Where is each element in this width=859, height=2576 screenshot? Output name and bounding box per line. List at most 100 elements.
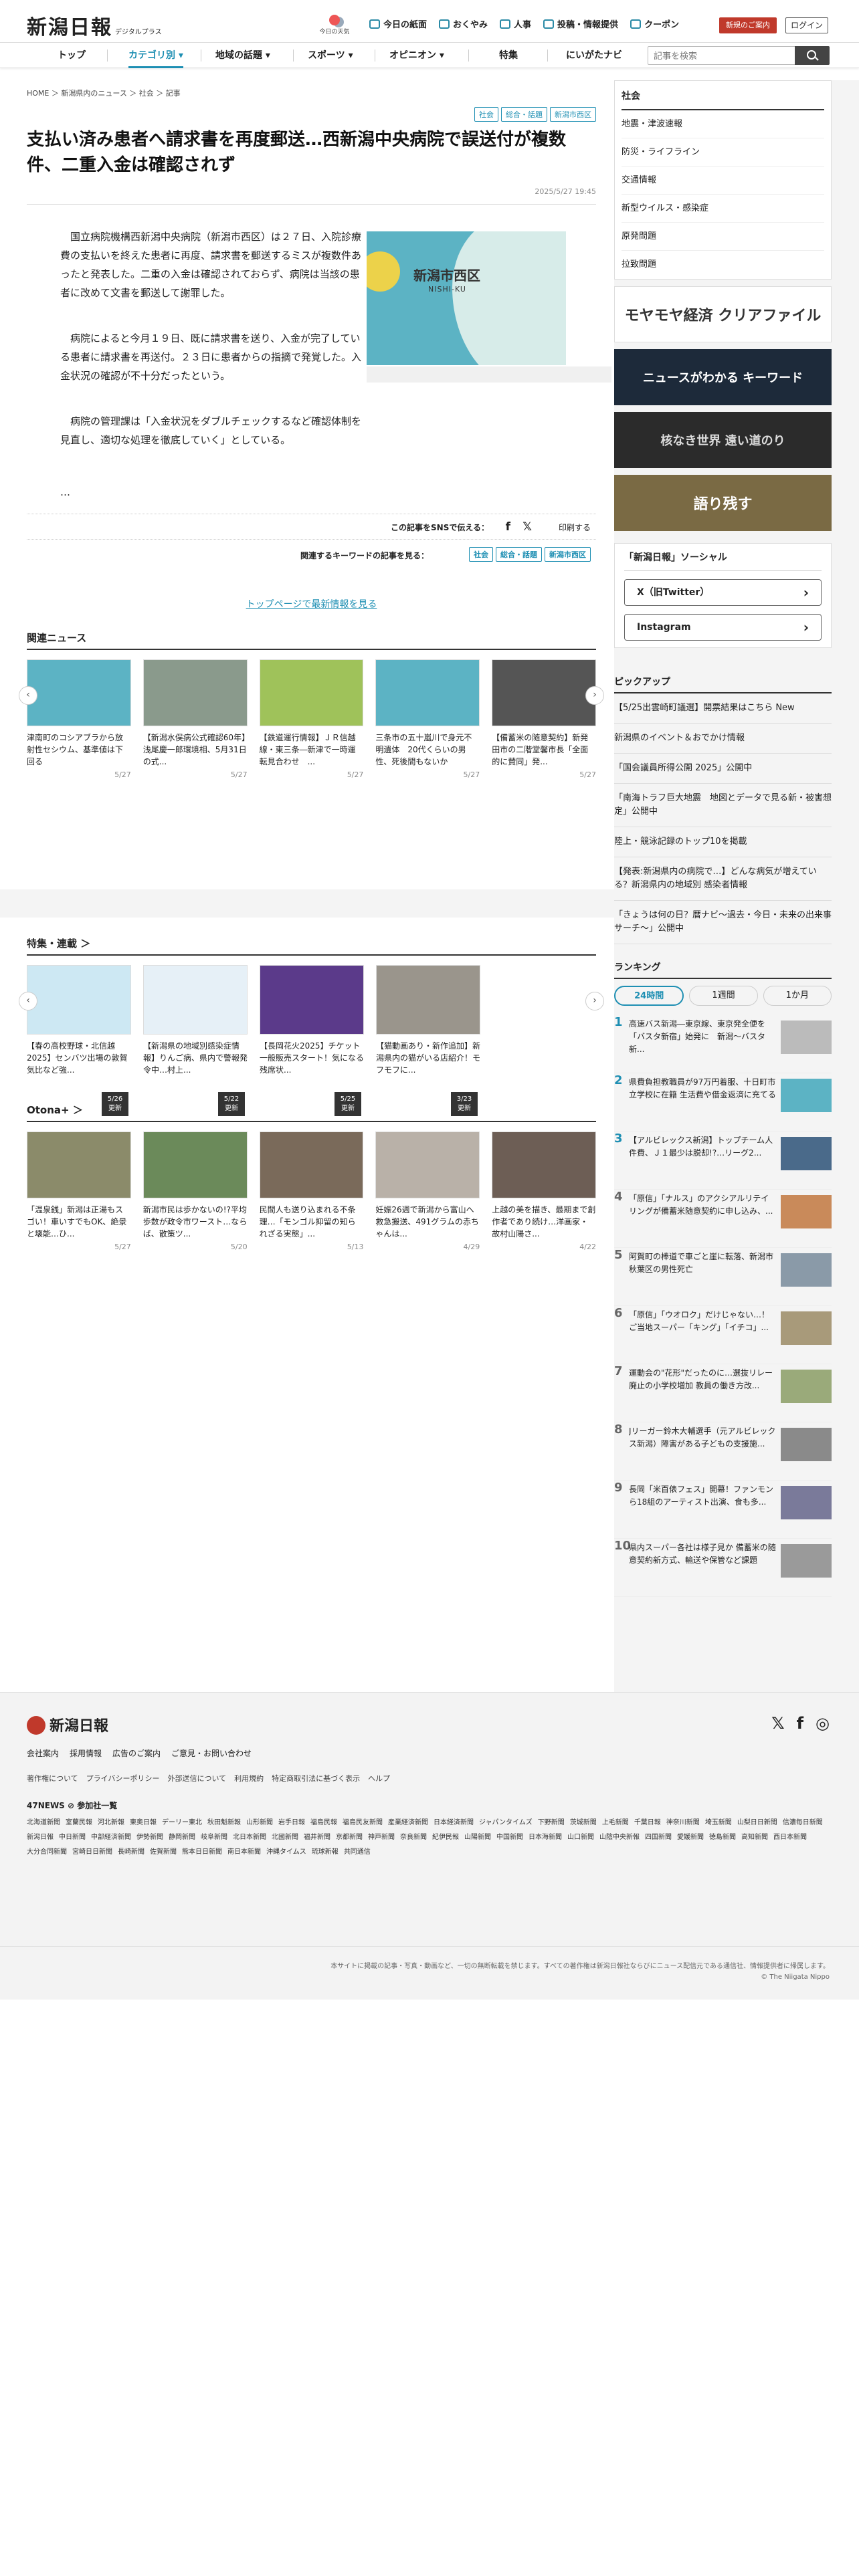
- pickup-item[interactable]: 【発表:新潟県内の病院で…】どんな病気が増えている？新潟県内の地域別 感染者情報: [614, 857, 832, 901]
- print-link[interactable]: 印刷する: [559, 522, 591, 533]
- footer-link[interactable]: 著作権について: [27, 1773, 78, 1784]
- breadcrumb[interactable]: HOME ＞ 新潟県内のニュース ＞ 社会 ＞ 記事: [27, 80, 596, 107]
- category-link[interactable]: 地震・津波速報: [622, 110, 824, 138]
- carousel-next-button[interactable]: ›: [585, 992, 604, 1010]
- search-input[interactable]: [648, 47, 795, 64]
- partner-paper-link[interactable]: 長崎新聞: [118, 1845, 145, 1860]
- pickup-item[interactable]: 「南海トラフ巨大地震 地図とデータで見る新・被害想定」公開中: [614, 784, 832, 827]
- category-link[interactable]: 交通情報: [622, 167, 824, 195]
- category-link[interactable]: 防災・ライフライン: [622, 138, 824, 167]
- footer-link[interactable]: 外部送信について: [167, 1773, 226, 1784]
- personnel-link[interactable]: 人事: [500, 17, 531, 30]
- carousel-next-button[interactable]: ›: [585, 686, 604, 705]
- partner-paper-link[interactable]: 山口新聞: [567, 1830, 594, 1845]
- partner-paper-link[interactable]: 河北新報: [98, 1816, 124, 1830]
- partner-paper-link[interactable]: 千葉日報: [634, 1816, 661, 1830]
- partner-paper-link[interactable]: 福島民報: [310, 1816, 337, 1830]
- partner-paper-link[interactable]: 四国新聞: [645, 1830, 672, 1845]
- partner-paper-link[interactable]: 沖縄タイムス: [266, 1845, 306, 1860]
- feature-card[interactable]: 【猫動画あり・新作追加】新潟県内の猫がいる店紹介！モフモフに... 3/23 更新: [376, 965, 480, 1116]
- partner-paper-link[interactable]: 愛媛新聞: [677, 1830, 704, 1845]
- todays-paper-link[interactable]: 今日の紙面: [369, 17, 427, 30]
- 47news-heading[interactable]: 47NEWS ⊘ 参加社一覧: [27, 1800, 117, 1811]
- partner-paper-link[interactable]: 秋田魁新報: [207, 1816, 241, 1830]
- partner-paper-link[interactable]: 下野新聞: [538, 1816, 565, 1830]
- ranking-item[interactable]: 8 Jリーガー鈴木大輔選手（元アルビレックス新潟）障害がある子どもの支援施...: [614, 1422, 832, 1481]
- partner-paper-link[interactable]: 室蘭民報: [66, 1816, 92, 1830]
- x-icon[interactable]: 𝕏: [522, 520, 532, 534]
- partner-paper-link[interactable]: 山梨日日新聞: [737, 1816, 777, 1830]
- promo-banner[interactable]: モヤモヤ経済 クリアファイル: [614, 286, 832, 342]
- partner-paper-link[interactable]: 日本経済新聞: [434, 1816, 474, 1830]
- category-link[interactable]: 拉致問題: [622, 251, 824, 279]
- footer-link[interactable]: プライバシーポリシー: [86, 1773, 160, 1784]
- tag-nishi-ku[interactable]: 新潟市西区: [550, 107, 596, 122]
- partner-paper-link[interactable]: 奈良新聞: [400, 1830, 427, 1845]
- partner-paper-link[interactable]: 徳島新聞: [709, 1830, 736, 1845]
- ranking-item[interactable]: 4 「原信」「ナルス」のアクシアルリテイリングが備蓄米随意契約に申し込み、...: [614, 1190, 832, 1248]
- tag-general[interactable]: 総合・話題: [501, 107, 547, 122]
- carousel-prev-button[interactable]: ‹: [19, 686, 37, 705]
- news-card[interactable]: 【新潟水俣病公式確認60年】浅尾慶一郎環境相、5月31日の式... 5/27: [142, 659, 248, 779]
- instagram-icon[interactable]: ◎: [816, 1714, 830, 1733]
- partner-paper-link[interactable]: 西日本新聞: [773, 1830, 807, 1845]
- partner-paper-link[interactable]: 京都新聞: [336, 1830, 363, 1845]
- facebook-icon[interactable]: f: [797, 1714, 803, 1733]
- footer-link[interactable]: ヘルプ: [368, 1773, 390, 1784]
- campaign-button[interactable]: 新規のご案内: [719, 17, 777, 33]
- partner-paper-link[interactable]: 東奥日報: [130, 1816, 157, 1830]
- partner-paper-link[interactable]: 上毛新聞: [602, 1816, 629, 1830]
- partner-paper-link[interactable]: 日本海新聞: [529, 1830, 562, 1845]
- partner-paper-link[interactable]: 産業経済新聞: [388, 1816, 428, 1830]
- submit-info-link[interactable]: 投稿・情報提供: [543, 17, 618, 30]
- partner-paper-link[interactable]: 茨城新聞: [570, 1816, 597, 1830]
- partner-paper-link[interactable]: 琉球新報: [312, 1845, 339, 1860]
- pickup-item[interactable]: 【5/25出雲崎町議選】開票結果はこちら New: [614, 693, 832, 724]
- ranking-item[interactable]: 6 「原信」「ウオロク」だけじゃない…！ご当地スーパー「キング」「イチコ」...: [614, 1306, 832, 1364]
- nav-top[interactable]: トップ: [58, 43, 86, 68]
- partner-paper-link[interactable]: ジャパンタイムズ: [479, 1816, 533, 1830]
- tab-1week[interactable]: 1週間: [689, 986, 758, 1006]
- x-twitter-button[interactable]: X（旧Twitter）: [624, 579, 822, 606]
- partner-paper-link[interactable]: 北國新聞: [272, 1830, 298, 1845]
- partner-paper-link[interactable]: 新潟日報: [27, 1830, 54, 1845]
- facebook-icon[interactable]: f: [506, 520, 510, 534]
- partner-paper-link[interactable]: 信濃毎日新聞: [783, 1816, 823, 1830]
- ranking-item[interactable]: 7 運動会の"花形"だったのに…選抜リレー廃止の小学校増加 教員の働き方改...: [614, 1364, 832, 1422]
- partner-paper-link[interactable]: 静岡新聞: [169, 1830, 195, 1845]
- partner-paper-link[interactable]: 北海道新聞: [27, 1816, 60, 1830]
- ranking-item[interactable]: 9 長岡「米百俵フェス」開幕！ファンモンら18組のアーティスト出演、食も多...: [614, 1481, 832, 1539]
- partner-paper-link[interactable]: 神奈川新聞: [666, 1816, 700, 1830]
- partner-paper-link[interactable]: 福島民友新聞: [343, 1816, 383, 1830]
- promo-banner[interactable]: ニュースがわかる キーワード: [614, 349, 832, 405]
- nav-features[interactable]: 特集: [499, 43, 518, 68]
- partner-paper-link[interactable]: 岩手日報: [278, 1816, 305, 1830]
- partner-paper-link[interactable]: 南日本新聞: [227, 1845, 261, 1860]
- ranking-item[interactable]: 5 阿賀町の棒道で車ごと崖に転落、新潟市秋葉区の男性死亡: [614, 1248, 832, 1306]
- partner-paper-link[interactable]: 熊本日日新聞: [182, 1845, 222, 1860]
- partner-paper-link[interactable]: 高知新聞: [741, 1830, 768, 1845]
- more-news-link[interactable]: トップページで最新情報を見る: [27, 597, 596, 611]
- footer-link[interactable]: 利用規約: [234, 1773, 264, 1784]
- promo-banner[interactable]: 語り残す: [614, 475, 832, 531]
- ranking-item[interactable]: 3 【アルビレックス新潟】トップチーム人件費、Ｊ１最少は脱却!?…リーグ2...: [614, 1132, 832, 1190]
- partner-paper-link[interactable]: 岐阜新聞: [201, 1830, 227, 1845]
- partner-paper-link[interactable]: 紀伊民報: [432, 1830, 459, 1845]
- partner-paper-link[interactable]: 山形新聞: [246, 1816, 273, 1830]
- partner-paper-link[interactable]: 中部経済新聞: [91, 1830, 131, 1845]
- feature-card[interactable]: 【春の高校野球・北信越2025】センバツ出場の敦賀気比など強... 5/26 更新: [27, 965, 131, 1116]
- category-link[interactable]: 原発問題: [622, 223, 824, 251]
- partner-paper-link[interactable]: 北日本新聞: [233, 1830, 266, 1845]
- partner-paper-link[interactable]: 伊勢新聞: [136, 1830, 163, 1845]
- coupon-link[interactable]: クーポン: [630, 17, 679, 30]
- weather-widget[interactable]: 今日の天気: [316, 15, 353, 35]
- promo-banner[interactable]: 核なき世界 遠い道のり: [614, 412, 832, 468]
- pickup-item[interactable]: 「きょうは何の日？暦ナビ～過去・今日・未来の出来事サーチ～」公開中: [614, 901, 832, 944]
- tab-1month[interactable]: 1か月: [763, 986, 832, 1006]
- instagram-button[interactable]: Instagram: [624, 614, 822, 641]
- otona-card[interactable]: 上越の美を描き、最期まで創作者であり続け…洋画家・故村山陽さ... 4/22: [492, 1132, 596, 1251]
- footer-link[interactable]: 広告のご案内: [112, 1747, 161, 1759]
- partner-paper-link[interactable]: 山陰中央新報: [599, 1830, 640, 1845]
- nav-sports[interactable]: スポーツ ▾: [308, 43, 353, 68]
- otona-card[interactable]: 「温泉銭」新潟は正湯もスゴい！車いすでもOK、絶景と壊能…ひ... 5/27: [27, 1132, 131, 1251]
